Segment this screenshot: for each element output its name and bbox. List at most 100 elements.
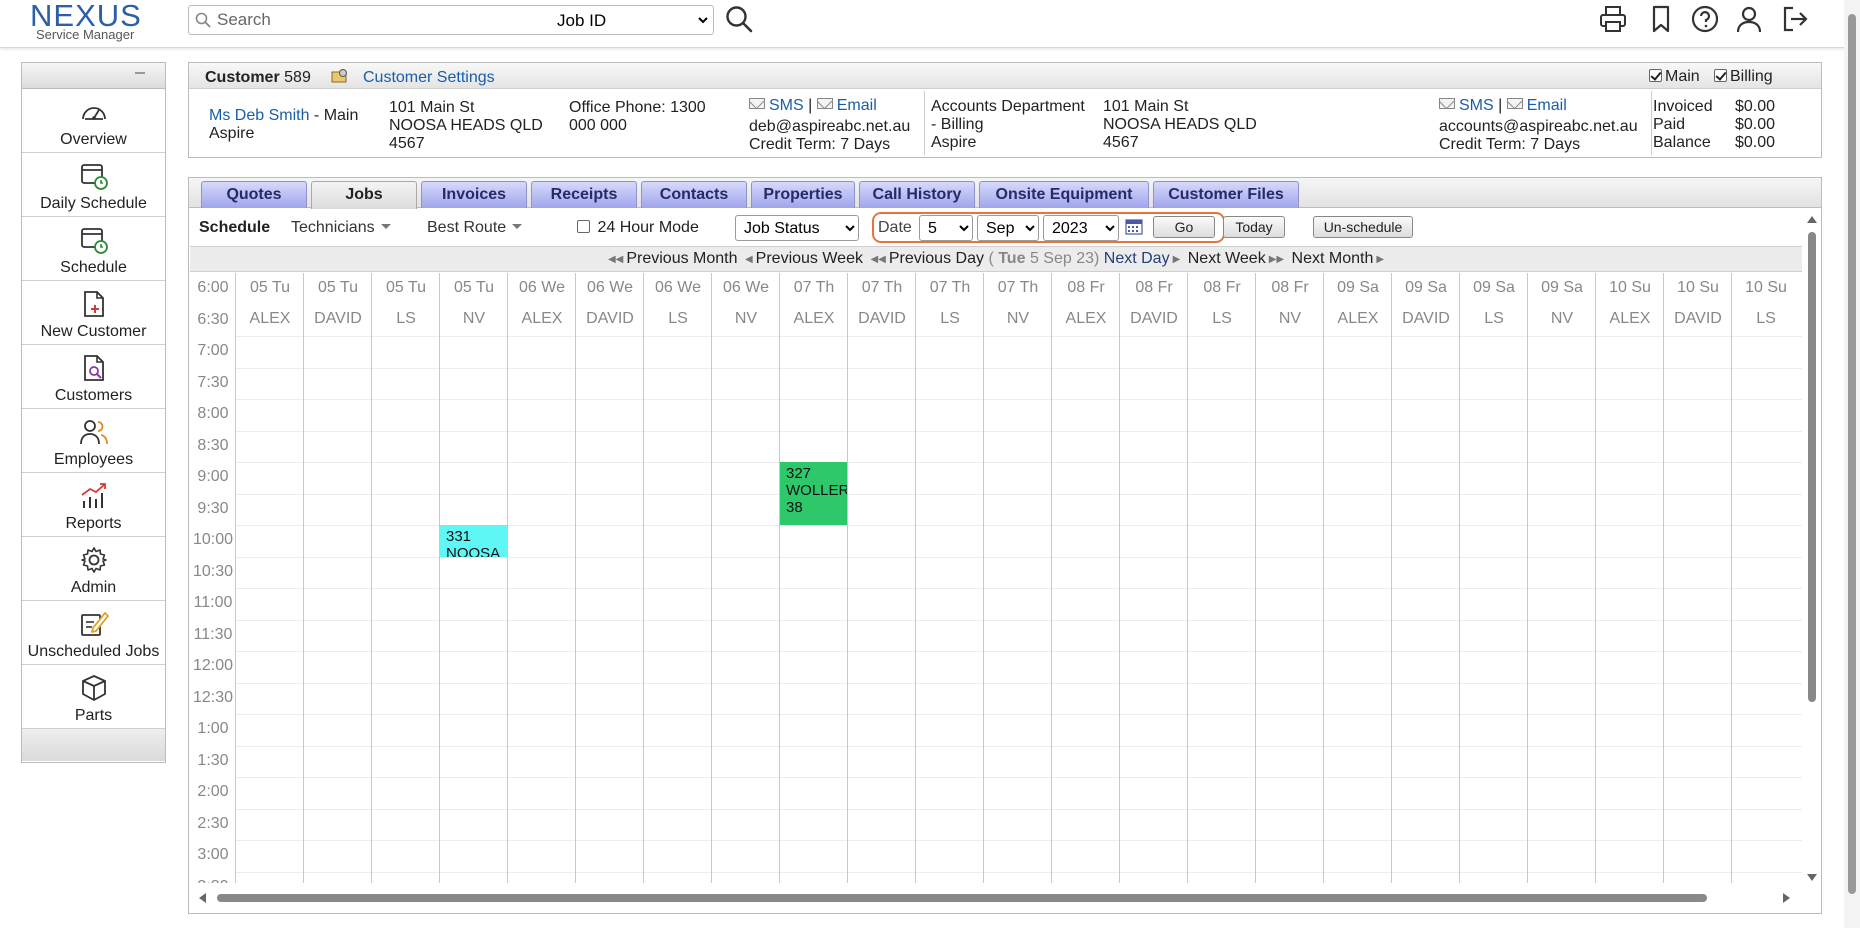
time-label: 11:00 xyxy=(193,594,233,611)
grid-column-line xyxy=(643,273,644,883)
schedule-grid[interactable]: 6:00 6:30 7:00 7:30 8:00 8:30 9:00 9:30 10:00 10:… xyxy=(190,273,1802,883)
go-button[interactable]: Go xyxy=(1153,216,1215,238)
search-field-select[interactable]: Job ID xyxy=(553,8,711,32)
sidebar-item-overview[interactable]: Overview xyxy=(22,89,165,153)
sidebar-item-new-customer[interactable]: New Customer xyxy=(22,281,165,345)
app-logo[interactable]: NEXUS Service Manager xyxy=(28,0,158,44)
previous-month-link[interactable]: Previous Month xyxy=(626,250,737,267)
grid-column-line xyxy=(575,273,576,883)
column-tech-header: ALEX xyxy=(1609,310,1651,327)
column-day-header: 10 Su xyxy=(1745,279,1787,296)
sidebar-item-daily-schedule[interactable]: Daily Schedule xyxy=(22,153,165,217)
billing-email-address[interactable]: accounts@aspireabc.net.au xyxy=(1439,118,1638,136)
scroll-down-icon[interactable] xyxy=(1807,874,1817,881)
customer-settings-link[interactable]: Customer Settings xyxy=(363,69,495,87)
today-button[interactable]: Today xyxy=(1223,216,1285,238)
box-icon xyxy=(82,675,106,701)
next-week-link[interactable]: Next Week xyxy=(1188,250,1266,267)
schedule-toolbar: Schedule Technicians Best Route 24 Hour … xyxy=(189,209,1809,245)
sidebar-item-reports[interactable]: Reports xyxy=(22,473,165,537)
jobs-panel: Quotes Jobs Invoices Receipts Contacts P… xyxy=(188,177,1822,914)
tab-receipts[interactable]: Receipts xyxy=(531,181,637,208)
year-select[interactable]: 2023 xyxy=(1043,215,1119,241)
column-tech-header: ALEX xyxy=(521,310,563,327)
unschedule-button[interactable]: Un-schedule xyxy=(1313,216,1413,238)
main-email-address[interactable]: deb@aspireabc.net.au xyxy=(749,118,910,136)
tab-jobs[interactable]: Jobs xyxy=(311,181,417,209)
column-tech-header: DAVID xyxy=(1402,310,1450,327)
main-checkbox-box[interactable] xyxy=(1649,69,1662,82)
next-month-link[interactable]: Next Month xyxy=(1292,250,1374,267)
billing-checkbox-box[interactable] xyxy=(1714,69,1727,82)
paid-value: $0.00 xyxy=(1735,116,1776,133)
time-label: 3:30 xyxy=(190,878,236,883)
sidebar-header[interactable] xyxy=(22,63,165,89)
settings-folder-icon[interactable] xyxy=(331,68,349,84)
vertical-scroll-thumb[interactable] xyxy=(1808,232,1816,702)
scroll-left-icon[interactable] xyxy=(199,893,206,903)
user-icon[interactable] xyxy=(1734,4,1764,34)
billing-sms-link[interactable]: SMS xyxy=(1459,97,1494,114)
sidebar-item-parts[interactable]: Parts xyxy=(22,665,165,729)
month-select[interactable]: Sep xyxy=(977,215,1039,241)
tab-quotes[interactable]: Quotes xyxy=(201,181,307,208)
column-tech-header: LS xyxy=(940,310,960,327)
tab-onsite-equipment[interactable]: Onsite Equipment xyxy=(979,181,1149,208)
sidebar-item-admin[interactable]: Admin xyxy=(22,537,165,601)
action-separator: | xyxy=(808,97,813,114)
tab-properties[interactable]: Properties xyxy=(751,181,855,208)
column-tech-header: ALEX xyxy=(249,310,291,327)
horizontal-scroll-thumb[interactable] xyxy=(217,894,1707,902)
time-label: 8:00 xyxy=(197,405,229,422)
scroll-up-icon[interactable] xyxy=(1807,216,1817,223)
page-vertical-scrollbar[interactable] xyxy=(1844,0,1860,928)
main-sms-link[interactable]: SMS xyxy=(769,97,804,114)
sidebar-item-unscheduled-jobs[interactable]: Unscheduled Jobs xyxy=(22,601,165,665)
best-route-dropdown[interactable]: Best Route xyxy=(427,219,523,237)
scroll-right-icon[interactable] xyxy=(1783,893,1790,903)
column-day-header: 07 Th xyxy=(929,279,971,296)
column-day-header: 06 We xyxy=(519,279,565,296)
billing-contact-name[interactable]: Accounts Department xyxy=(931,98,1085,116)
schedule-job-block[interactable]: 327 WOLLER 38 xyxy=(780,462,847,525)
calendar-icon[interactable] xyxy=(1125,219,1143,235)
billing-checkbox[interactable]: Billing xyxy=(1714,68,1773,86)
tab-customer-files[interactable]: Customer Files xyxy=(1153,181,1299,208)
current-date-close: ) xyxy=(1094,250,1100,267)
schedule-job-block[interactable]: 331 NOOSA xyxy=(440,525,507,557)
schedule-horizontal-scrollbar[interactable] xyxy=(189,890,1801,906)
sidebar-item-employees[interactable]: Employees xyxy=(22,409,165,473)
logout-icon[interactable] xyxy=(1780,4,1810,34)
billing-email-link[interactable]: Email xyxy=(1527,97,1567,114)
tab-contacts[interactable]: Contacts xyxy=(641,181,747,208)
search-button-icon[interactable] xyxy=(724,4,754,34)
technicians-dropdown[interactable]: Technicians xyxy=(291,219,391,237)
sidebar-item-customers[interactable]: Customers xyxy=(22,345,165,409)
job-status-select[interactable]: Job Status xyxy=(735,215,859,241)
column-day-header: 09 Sa xyxy=(1473,279,1515,296)
main-checkbox[interactable]: Main xyxy=(1649,68,1700,86)
tab-call-history[interactable]: Call History xyxy=(859,181,975,208)
previous-day-link[interactable]: Previous Day xyxy=(889,250,984,267)
office-phone-part1: 1300 xyxy=(670,99,706,116)
search-input[interactable] xyxy=(217,8,547,32)
next-day-link[interactable]: Next Day xyxy=(1104,250,1170,267)
column-day-header: 08 Fr xyxy=(1135,279,1173,296)
bookmark-icon[interactable] xyxy=(1646,4,1676,34)
main-address-line3: 4567 xyxy=(389,135,425,152)
gear-icon xyxy=(81,547,107,573)
hour-mode-checkbox[interactable] xyxy=(577,220,590,233)
collapse-icon[interactable] xyxy=(135,72,145,74)
page-scroll-thumb[interactable] xyxy=(1848,14,1856,894)
day-select[interactable]: 5 xyxy=(919,215,973,241)
hour-mode-toggle[interactable]: 24 Hour Mode xyxy=(577,219,699,237)
schedule-vertical-scrollbar[interactable] xyxy=(1805,214,1819,884)
tab-invoices[interactable]: Invoices xyxy=(421,181,527,208)
previous-week-link[interactable]: Previous Week xyxy=(756,250,863,267)
main-contact-name[interactable]: Ms Deb Smith xyxy=(209,107,309,124)
help-icon[interactable] xyxy=(1690,4,1720,34)
current-date-dow: Tue xyxy=(998,250,1026,267)
main-email-link[interactable]: Email xyxy=(837,97,877,114)
sidebar-item-schedule[interactable]: Schedule xyxy=(22,217,165,281)
printer-icon[interactable] xyxy=(1598,4,1628,34)
